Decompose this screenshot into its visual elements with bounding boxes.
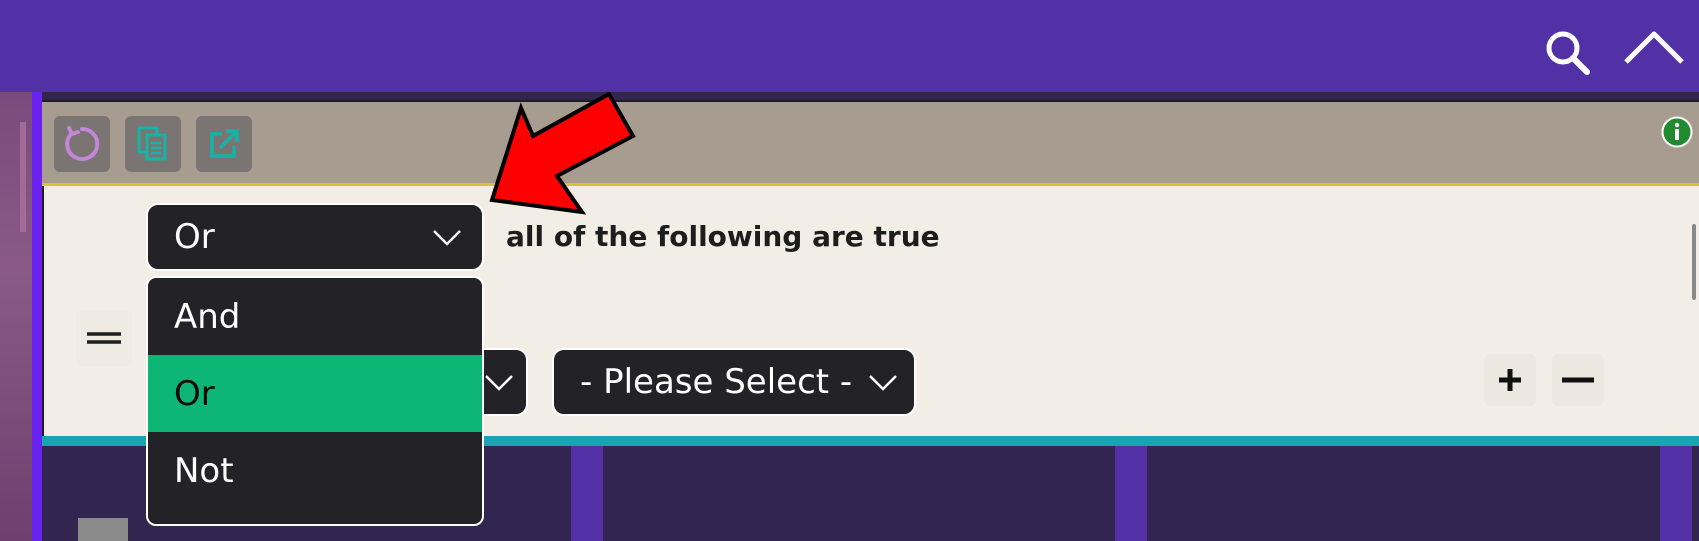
open-external-button[interactable] [196, 116, 252, 172]
condition-description: all of the following are true [506, 220, 940, 253]
drag-handle[interactable] [76, 310, 132, 366]
operator-option-label: Not [174, 450, 234, 491]
chevron-down-icon [433, 230, 461, 246]
operator-dropdown[interactable]: Or [146, 203, 484, 271]
add-rule-button[interactable] [1484, 354, 1536, 406]
refresh-icon [65, 126, 100, 161]
operator-option-not[interactable]: Not [148, 432, 482, 509]
lower-column-divider [1115, 446, 1147, 541]
copy-icon [137, 126, 167, 161]
operator-option-and[interactable]: And [148, 278, 482, 355]
drag-handle-icon [87, 332, 121, 344]
operator-option-label: And [174, 296, 241, 337]
toolbar [42, 100, 1699, 186]
operator-menu: And Or Not [146, 276, 484, 526]
header-bar [0, 0, 1699, 92]
info-icon[interactable] [1661, 116, 1693, 148]
annotation-arrow-icon [489, 92, 636, 215]
lower-column-divider [571, 446, 603, 541]
plus-icon [1499, 369, 1521, 391]
minus-icon [1562, 377, 1594, 383]
chevron-up-icon[interactable] [1622, 28, 1686, 68]
operator-option-label: Or [174, 373, 215, 414]
chevron-down-icon [485, 375, 513, 391]
remove-rule-button[interactable] [1552, 354, 1604, 406]
lower-column-divider [1660, 446, 1692, 541]
chevron-down-icon [869, 375, 897, 391]
left-accent-bar [32, 92, 42, 541]
operator-option-or[interactable]: Or [148, 355, 482, 432]
value-select-label: - Please Select - [580, 362, 853, 402]
left-panel-handle [20, 122, 26, 232]
editor-scrollbar[interactable] [1692, 224, 1696, 300]
copy-button[interactable] [125, 116, 181, 172]
left-panel-edge [0, 92, 32, 541]
open-external-icon [210, 129, 239, 158]
lower-item-thumbnail [78, 518, 128, 541]
refresh-button[interactable] [54, 116, 110, 172]
search-icon[interactable] [1543, 28, 1593, 78]
value-select-dropdown[interactable]: - Please Select - [552, 348, 916, 416]
operator-dropdown-value: Or [174, 217, 215, 257]
